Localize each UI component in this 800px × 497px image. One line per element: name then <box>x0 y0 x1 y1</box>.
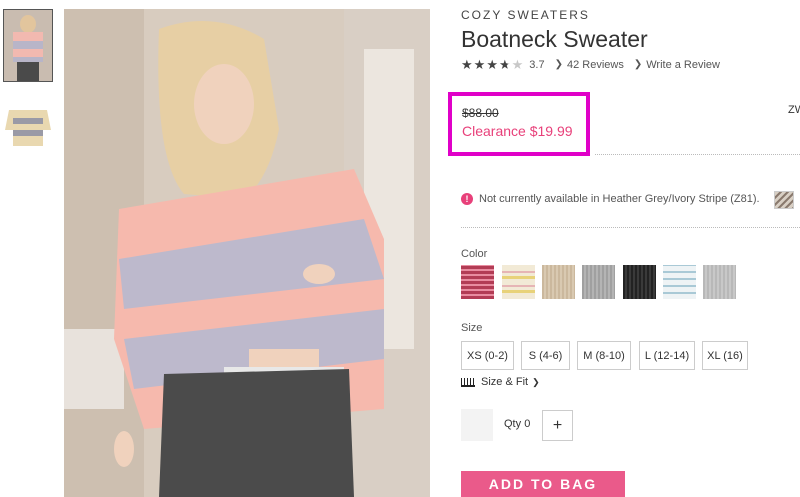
star-icon: ★ <box>473 57 486 72</box>
size-xl-button[interactable]: XL (16) <box>702 341 748 370</box>
star-icon: ★ <box>461 57 473 72</box>
color-swatch-light-blue-pattern[interactable] <box>663 265 696 299</box>
availability-message: Not currently available in Heather Grey/… <box>479 193 760 205</box>
add-to-bag-button[interactable]: ADD TO BAG <box>461 471 625 497</box>
quantity-plus-button[interactable]: + <box>542 410 573 441</box>
quantity-minus-button[interactable] <box>461 409 493 441</box>
product-title: Boatneck Sweater <box>461 26 648 52</box>
color-label: Color <box>461 248 488 260</box>
rating-stars[interactable]: ★ ★ ★ ★ ★ <box>461 58 523 71</box>
size-m-button[interactable]: M (8-10) <box>577 341 631 370</box>
size-xs-button[interactable]: XS (0-2) <box>461 341 514 370</box>
availability-notice: ! Not currently available in Heather Gre… <box>461 193 760 205</box>
side-code: ZW <box>788 104 800 116</box>
size-l-button[interactable]: L (12-14) <box>639 341 695 370</box>
product-hero-image <box>64 9 430 497</box>
ruler-icon <box>461 377 475 387</box>
chevron-right-icon: ❯ <box>633 59 643 70</box>
size-fit-link[interactable]: Size & Fit ❯ <box>461 376 540 388</box>
chevron-right-icon: ❯ <box>554 59 563 70</box>
quantity-label: Qty <box>504 418 522 430</box>
star-empty-icon: ★ <box>511 57 524 72</box>
thumbnail-flat[interactable] <box>3 100 53 152</box>
original-price: $88.00 <box>462 106 499 120</box>
star-icon: ★ <box>486 57 498 72</box>
quantity-value: 0 <box>524 418 531 430</box>
size-label: Size <box>461 322 483 334</box>
quantity-display: Qty 0 <box>504 418 530 430</box>
thumbnail-flat-image <box>3 100 53 152</box>
size-s-button[interactable]: S (4-6) <box>521 341 570 370</box>
selected-color-swatch <box>774 191 794 209</box>
clearance-price: Clearance $19.99 <box>462 123 573 139</box>
rating-value: 3.7 <box>529 58 545 71</box>
color-swatch-ivory-pattern[interactable] <box>502 265 535 299</box>
rating-row: ★ ★ ★ ★ ★ 3.7 ❯ 42 Reviews ❯ Write a Rev… <box>461 58 720 71</box>
thumbnail-model-image <box>4 10 52 81</box>
star-icon: ★ <box>498 57 511 72</box>
reviews-link[interactable]: 42 Reviews <box>567 59 624 71</box>
size-fit-label: Size & Fit <box>481 376 529 388</box>
color-swatch-black[interactable] <box>623 265 656 299</box>
product-category: COZY SWEATERS <box>461 8 590 22</box>
price-highlight-box: $88.00 Clearance $19.99 <box>448 92 590 156</box>
divider <box>461 227 800 228</box>
write-review-link[interactable]: Write a Review <box>646 59 720 71</box>
color-swatch-oatmeal[interactable] <box>542 265 575 299</box>
color-swatch-grey[interactable] <box>582 265 615 299</box>
thumbnail-model[interactable] <box>3 9 53 82</box>
color-swatch-heather-grey[interactable] <box>703 265 736 299</box>
color-swatch-pink-stripe[interactable] <box>461 265 494 299</box>
divider <box>595 154 800 155</box>
alert-icon: ! <box>461 193 473 205</box>
chevron-right-icon: ❯ <box>532 376 540 387</box>
